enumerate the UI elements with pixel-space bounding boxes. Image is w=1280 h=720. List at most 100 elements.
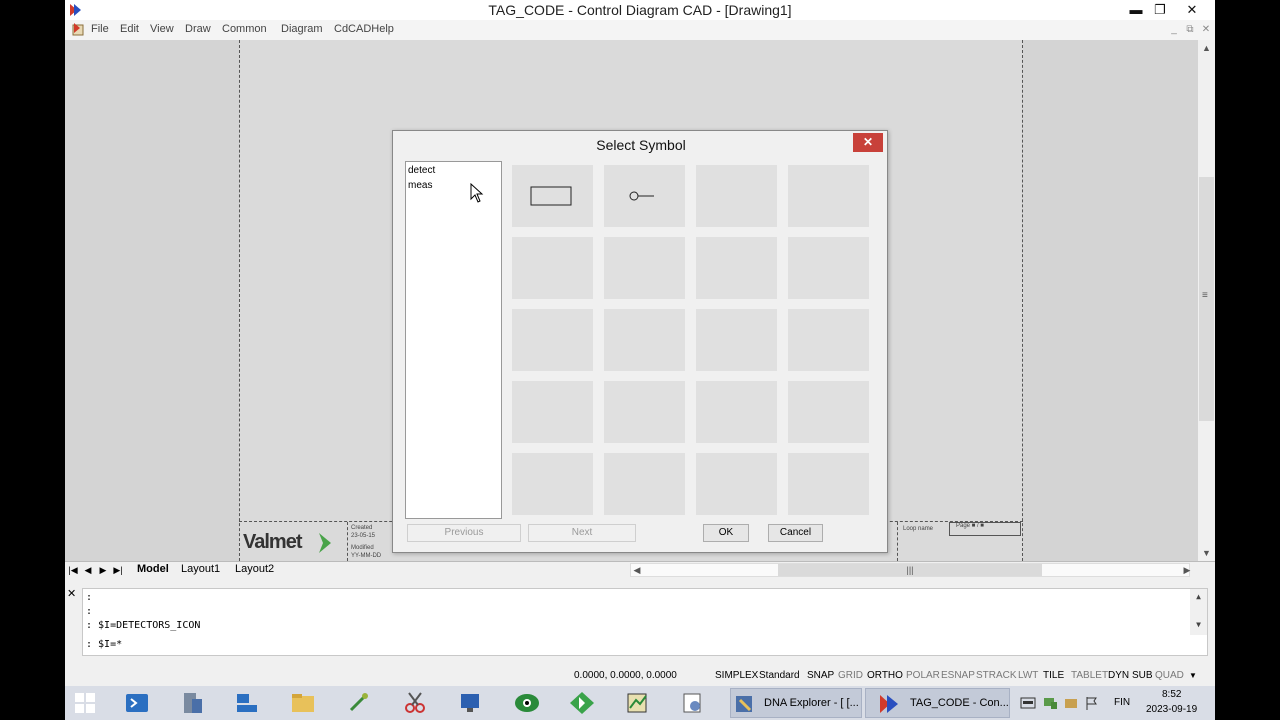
status-ortho[interactable]: ORTHO [867,670,903,681]
list-item-meas[interactable]: meas [408,180,432,191]
symbol-cell[interactable] [696,309,777,371]
menu-view[interactable]: View [150,23,174,35]
symbol-cell[interactable] [512,165,593,227]
status-lwt[interactable]: LWT [1018,670,1038,681]
last-tab-icon[interactable]: ▶| [111,563,125,577]
taskbar: DNA Explorer - [ [... TAG_CODE - Con... … [65,686,1215,720]
menu-common[interactable]: Common [222,23,267,35]
tab-layout2[interactable]: Layout2 [235,563,274,575]
symbol-cell[interactable] [696,381,777,443]
command-scrollbar[interactable]: ▲ ▼ [1190,589,1207,635]
symbol-cell[interactable] [512,453,593,515]
symbol-cell[interactable] [788,165,869,227]
mdi-minimize-button[interactable]: _ [1167,23,1181,37]
valmet-app-icon[interactable] [568,690,596,716]
status-quad[interactable]: QUAD [1155,670,1184,681]
symbol-cell[interactable] [512,381,593,443]
symbol-cell[interactable] [604,237,685,299]
security-icon[interactable] [1063,696,1079,710]
scroll-up-icon[interactable]: ▲ [1198,40,1215,56]
symbol-cell[interactable] [788,237,869,299]
next-button[interactable]: Next [528,524,636,542]
symbol-cell[interactable] [788,309,869,371]
status-simplex[interactable]: SIMPLEX [715,670,758,681]
powershell-icon[interactable] [123,690,151,716]
symbol-cell[interactable] [512,309,593,371]
close-button[interactable]: ✕ [1178,0,1206,20]
symbol-cell[interactable] [696,453,777,515]
symbol-cell[interactable] [604,381,685,443]
tab-model[interactable]: Model [137,563,169,575]
command-window[interactable]: : : : $I=DETECTORS_ICON : $I=* ▲ ▼ [82,588,1208,656]
ok-button[interactable]: OK [703,524,749,542]
created-label: Created [351,525,373,531]
symbol-cell[interactable] [696,165,777,227]
symbol-cell[interactable] [512,237,593,299]
prev-tab-icon[interactable]: ◀ [81,563,95,577]
flag-icon[interactable] [1084,695,1100,711]
menu-draw[interactable]: Draw [185,23,211,35]
scroll-right-icon[interactable]: ▶ [1180,563,1194,577]
command-input[interactable]: : $I=* [86,639,122,653]
vertical-scrollbar[interactable]: ▲ ≡ ▼ [1198,40,1215,561]
task-dna-explorer[interactable]: DNA Explorer - [ [... [730,688,862,718]
menu-diagram[interactable]: Diagram [281,23,323,35]
menu-edit[interactable]: Edit [120,23,139,35]
menu-cdcadhelp[interactable]: CdCADHelp [334,23,394,35]
rectangle-symbol-icon [530,186,572,206]
tools-icon[interactable] [345,690,373,716]
server-manager-icon[interactable] [178,690,206,716]
select-symbol-dialog: Select Symbol ✕ detect meas Previous Nex… [392,130,888,553]
clock-time[interactable]: 8:52 [1162,689,1181,700]
scissors-icon[interactable] [401,690,429,716]
explorer-tiles-icon[interactable] [233,690,261,716]
created-value: 23-05-15 [351,533,376,539]
previous-button[interactable]: Previous [407,524,521,542]
scroll-down-icon[interactable]: ▼ [1190,620,1207,629]
status-dyn[interactable]: DYN [1108,670,1129,681]
first-tab-icon[interactable]: |◀ [66,563,80,577]
symbol-cell[interactable] [604,309,685,371]
dialog-close-button[interactable]: ✕ [853,133,883,152]
scroll-up-icon[interactable]: ▲ [1190,592,1207,601]
status-polar[interactable]: POLAR [906,670,940,681]
next-tab-icon[interactable]: ▶ [96,563,110,577]
tab-layout1[interactable]: Layout1 [181,563,220,575]
mdi-close-button[interactable]: ✕ [1199,23,1213,37]
list-item-detect[interactable]: detect [408,165,435,176]
restore-button[interactable]: ❐ [1146,0,1174,20]
status-tile[interactable]: TILE [1043,670,1064,681]
symbol-category-list[interactable]: detect meas [405,161,502,519]
network-icon[interactable] [1042,696,1058,710]
mdi-restore-button[interactable]: ⧉ [1183,23,1197,37]
status-menu-chevron-down-icon[interactable]: ▼ [1189,671,1197,680]
symbol-cell[interactable] [696,237,777,299]
clock-date[interactable]: 2023-09-19 [1146,704,1197,715]
status-esnap[interactable]: ESNAP [941,670,975,681]
keyboard-icon[interactable] [1020,696,1036,710]
remote-desktop-icon[interactable] [457,690,485,716]
command-close-icon[interactable]: ✕ [67,587,76,600]
config-tool-icon[interactable] [679,690,707,716]
task-tag-code[interactable]: TAG_CODE - Con... [865,688,1010,718]
chart-editor-icon[interactable] [624,690,652,716]
symbol-cell[interactable] [788,453,869,515]
menu-file[interactable]: File [91,23,109,35]
cancel-button[interactable]: Cancel [768,524,823,542]
scroll-down-icon[interactable]: ▼ [1198,545,1215,561]
document-icon[interactable] [71,22,85,36]
status-sub[interactable]: SUB [1132,670,1153,681]
status-strack[interactable]: STRACK [976,670,1017,681]
status-snap[interactable]: SNAP [807,670,834,681]
file-explorer-icon[interactable] [289,690,317,716]
windows-start-icon[interactable] [71,690,99,716]
status-tablet[interactable]: TABLET [1071,670,1108,681]
symbol-cell[interactable] [604,165,685,227]
language-indicator[interactable]: FIN [1114,697,1130,708]
status-grid[interactable]: GRID [838,670,863,681]
status-standard[interactable]: Standard [759,670,800,681]
eye-icon[interactable] [513,690,541,716]
symbol-cell[interactable] [788,381,869,443]
scroll-left-icon[interactable]: ◀ [630,563,644,577]
symbol-cell[interactable] [604,453,685,515]
